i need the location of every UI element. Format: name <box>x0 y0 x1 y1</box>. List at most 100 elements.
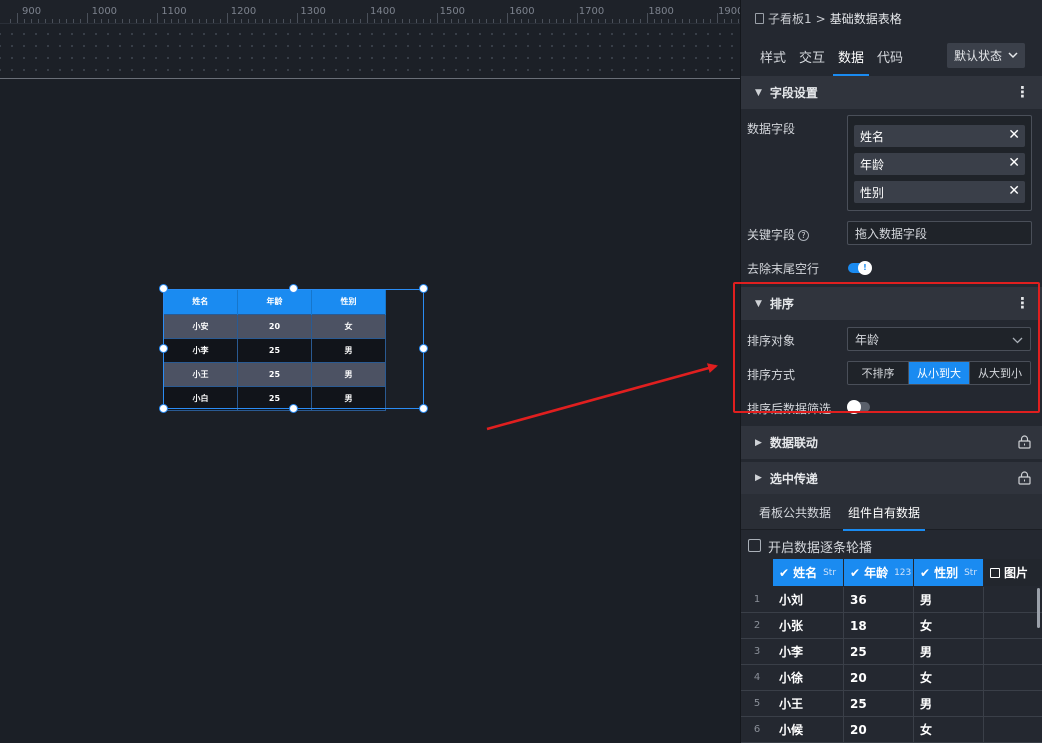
tab-data[interactable]: 数据 <box>833 44 870 76</box>
grid-cell[interactable]: 小刘 <box>773 587 844 613</box>
grid-cell[interactable]: 小徐 <box>773 665 844 691</box>
field-chip[interactable]: 性别 ✕ <box>854 181 1025 203</box>
ruler-tick <box>521 19 522 23</box>
lock-icon <box>1018 471 1031 485</box>
check-icon[interactable]: ✔ <box>850 566 860 580</box>
grid-cell[interactable]: 男 <box>914 587 984 613</box>
row-number: 3 <box>741 639 773 665</box>
check-icon[interactable]: ✔ <box>920 566 930 580</box>
ruler-tick <box>178 19 179 23</box>
tab-interaction[interactable]: 交互 <box>794 44 830 76</box>
section-title: 选中传递 <box>769 471 818 486</box>
ruler-tick <box>213 19 214 23</box>
state-select[interactable]: 默认状态 <box>947 43 1025 68</box>
ruler-tick <box>633 19 634 23</box>
tab-code[interactable]: 代码 <box>872 44 908 76</box>
selection-box[interactable] <box>163 289 424 409</box>
ruler-tick <box>668 19 669 23</box>
data-fields-dropzone[interactable]: 姓名 ✕ 年龄 ✕ 性别 ✕ <box>847 115 1032 211</box>
carousel-checkbox[interactable] <box>748 539 761 552</box>
breadcrumb-parent[interactable]: 子看板1 <box>768 10 812 27</box>
ruler-tick <box>73 19 74 23</box>
column-name: 图片 <box>1004 566 1029 580</box>
trim-rows-toggle[interactable]: ! <box>848 261 872 275</box>
grid-cell[interactable] <box>984 587 1042 613</box>
design-canvas[interactable] <box>0 79 740 743</box>
grid-cell[interactable]: 小张 <box>773 613 844 639</box>
ruler-tick <box>640 19 641 23</box>
resize-handle-br[interactable] <box>419 404 428 413</box>
resize-handle-bl[interactable] <box>159 404 168 413</box>
grid-scrollbar[interactable] <box>1037 588 1040 628</box>
ruler-tick <box>556 19 557 23</box>
grid-cell[interactable]: 18 <box>844 613 914 639</box>
ruler-tick <box>45 19 46 23</box>
tab-style[interactable]: 样式 <box>755 44 791 76</box>
ruler-tick <box>297 13 298 23</box>
ruler-tick <box>234 19 235 23</box>
close-icon[interactable]: ✕ <box>1008 127 1020 143</box>
key-field-dropzone[interactable]: 拖入数据字段 <box>847 221 1032 245</box>
close-icon[interactable]: ✕ <box>1008 183 1020 199</box>
carousel-label: 开启数据逐条轮播 <box>768 541 873 556</box>
ruler-tick <box>409 19 410 23</box>
grid-cell[interactable] <box>984 691 1042 717</box>
grid-cell[interactable]: 女 <box>914 613 984 639</box>
resize-handle-r[interactable] <box>419 344 428 353</box>
canvas-top-strip <box>0 24 740 78</box>
ruler-tick <box>486 19 487 23</box>
more-vertical-icon[interactable]: ⋮ <box>1015 83 1030 101</box>
ruler-tick <box>444 19 445 23</box>
grid-cell[interactable]: 20 <box>844 717 914 743</box>
resize-handle-b[interactable] <box>289 404 298 413</box>
grid-cell[interactable]: 25 <box>844 691 914 717</box>
help-icon[interactable]: ? <box>798 230 810 241</box>
grid-cell[interactable] <box>984 665 1042 691</box>
grid-cell[interactable]: 男 <box>914 639 984 665</box>
grid-cell[interactable]: 女 <box>914 665 984 691</box>
ruler-tick <box>395 19 396 23</box>
field-chip[interactable]: 姓名 ✕ <box>854 125 1025 147</box>
row-number: 4 <box>741 665 773 691</box>
field-chip[interactable]: 年龄 ✕ <box>854 153 1025 175</box>
column-header-age[interactable]: ✔ 年龄 123 <box>844 559 913 586</box>
column-header-image[interactable]: 图片 <box>984 559 1042 586</box>
grid-cell[interactable]: 小候 <box>773 717 844 743</box>
grid-cell[interactable]: 女 <box>914 717 984 743</box>
grid-cell[interactable]: 小王 <box>773 691 844 717</box>
column-header-gender[interactable]: ✔ 性别 Str <box>914 559 983 586</box>
grid-cell[interactable] <box>984 639 1042 665</box>
selection-transfer-header[interactable]: ▶ 选中传递 <box>741 462 1042 494</box>
tab-public-data[interactable]: 看板公共数据 <box>759 504 831 529</box>
grid-cell[interactable]: 20 <box>844 665 914 691</box>
horizontal-ruler: 900 1000 1100 1200 1300 1400 1500 1600 1700 1800 1… <box>0 0 743 24</box>
tab-own-data[interactable]: 组件自有数据 <box>843 504 926 531</box>
resize-handle-t[interactable] <box>289 284 298 293</box>
ruler-tick <box>493 19 494 23</box>
ruler-tick <box>549 19 550 23</box>
row-number: 6 <box>741 717 773 743</box>
grid-cell[interactable]: 小李 <box>773 639 844 665</box>
expand-triangle-icon: ▶ <box>755 473 762 483</box>
ruler-label: 1100 <box>161 6 187 17</box>
grid-cell[interactable]: 男 <box>914 691 984 717</box>
ruler-tick <box>283 19 284 23</box>
checkbox-icon[interactable] <box>990 567 1000 578</box>
field-settings-header[interactable]: ▼ 字段设置 ⋮ <box>741 76 1042 109</box>
column-name: 性别 <box>934 566 959 580</box>
grid-cell[interactable] <box>984 717 1042 743</box>
ruler-tick <box>52 19 53 23</box>
close-icon[interactable]: ✕ <box>1008 155 1020 171</box>
grid-cell[interactable]: 36 <box>844 587 914 613</box>
data-linkage-header[interactable]: ▶ 数据联动 <box>741 426 1042 459</box>
column-header-name[interactable]: ✔ 姓名 Str <box>773 559 843 586</box>
ruler-tick <box>108 19 109 23</box>
check-icon[interactable]: ✔ <box>779 566 789 580</box>
resize-handle-tl[interactable] <box>159 284 168 293</box>
resize-handle-l[interactable] <box>159 344 168 353</box>
row-number: 2 <box>741 613 773 639</box>
grid-cell[interactable]: 25 <box>844 639 914 665</box>
grid-cell[interactable] <box>984 613 1042 639</box>
field-chip-label: 年龄 <box>860 157 885 172</box>
resize-handle-tr[interactable] <box>419 284 428 293</box>
